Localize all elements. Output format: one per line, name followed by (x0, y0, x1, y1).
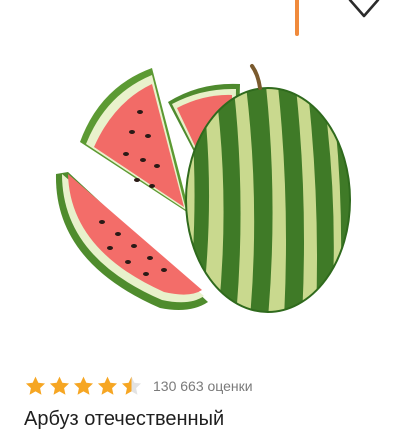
star-icon (97, 376, 118, 395)
favorite-heart-icon[interactable] (346, 0, 382, 22)
scroll-indicator (295, 0, 299, 36)
star-icon (25, 376, 46, 395)
rating-count: 130 663 оценки (153, 378, 253, 394)
star-icon (73, 376, 94, 395)
rating-row[interactable]: 130 663 оценки (24, 374, 253, 398)
star-half-icon (121, 376, 142, 395)
product-image (55, 64, 351, 313)
rating-stars (24, 375, 143, 397)
star-icon (49, 376, 70, 395)
product-title: Арбуз отечественный (24, 408, 225, 430)
